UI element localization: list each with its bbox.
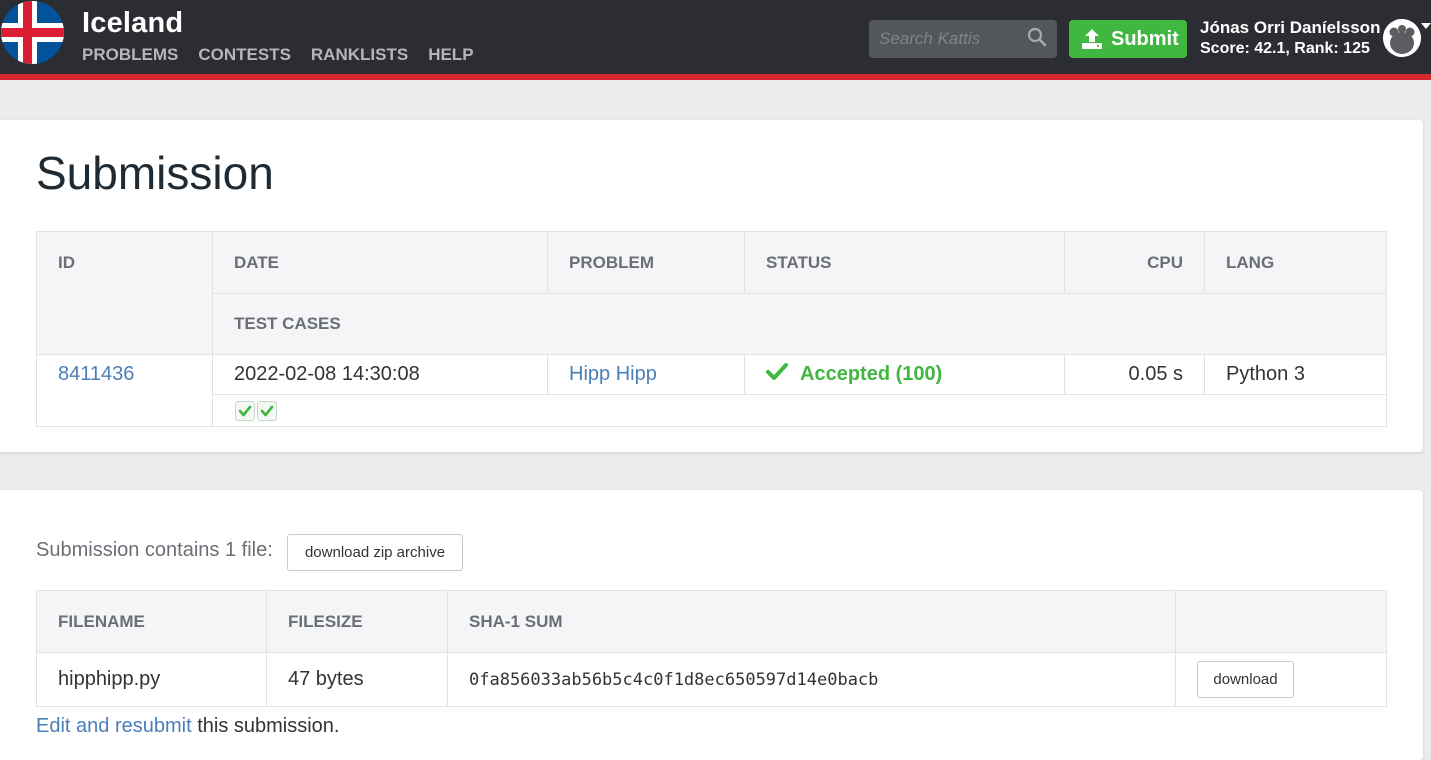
col-header-sha: SHA-1 SUM xyxy=(447,590,1176,653)
edit-resubmit-link[interactable]: Edit and resubmit xyxy=(36,715,192,737)
status-text: Accepted (100) xyxy=(800,363,943,385)
file-count-text: Submission contains 1 file: xyxy=(36,539,273,561)
col-header-lang: LANG xyxy=(1204,231,1387,294)
submission-id-cell: 8411436 xyxy=(36,354,213,427)
main-nav: PROBLEMS CONTESTS RANKLISTS HELP xyxy=(82,45,474,65)
col-header-status: STATUS xyxy=(744,231,1065,294)
col-header-test-cases: TEST CASES xyxy=(212,293,1387,355)
download-file-button[interactable]: download xyxy=(1197,661,1294,698)
search-icon[interactable] xyxy=(1027,27,1047,52)
download-zip-button[interactable]: download zip archive xyxy=(287,534,463,571)
user-name: Jónas Orri Daníelsson xyxy=(1200,18,1381,37)
submit-button-label: Submit xyxy=(1111,28,1179,50)
checkmark-icon xyxy=(766,362,788,387)
search-box xyxy=(869,20,1057,58)
user-info[interactable]: Jónas Orri Daníelsson Score: 42.1, Rank:… xyxy=(1200,18,1380,58)
resubmit-rest-text: this submission. xyxy=(191,715,340,737)
nav-problems[interactable]: PROBLEMS xyxy=(82,45,178,65)
table-row: hipphipp.py 47 bytes 0fa856033ab56b5c4c0… xyxy=(36,652,1387,707)
file-sha1: 0fa856033ab56b5c4c0f1d8ec650597d14e0bacb xyxy=(447,652,1176,707)
col-header-action xyxy=(1175,590,1387,653)
test-case-accepted-icon[interactable] xyxy=(235,400,255,421)
file-name: hipphipp.py xyxy=(36,652,267,707)
nav-help[interactable]: HELP xyxy=(428,45,473,65)
submission-date: 2022-02-08 14:30:08 xyxy=(212,354,548,395)
page-title: Submission xyxy=(36,147,274,199)
table-row: 8411436 2022-02-08 14:30:08 Hipp Hipp Ac… xyxy=(36,354,1387,427)
avatar[interactable] xyxy=(1383,19,1421,57)
site-brand[interactable]: Iceland xyxy=(82,7,183,40)
iceland-flag-icon[interactable] xyxy=(1,1,64,64)
col-header-id: ID xyxy=(36,231,213,355)
cpu-time: 0.05 s xyxy=(1064,354,1205,395)
user-score: Score: 42.1, Rank: 125 xyxy=(1200,40,1370,57)
nav-contests[interactable]: CONTESTS xyxy=(198,45,291,65)
search-input[interactable] xyxy=(869,20,1019,58)
upload-icon xyxy=(1081,28,1103,56)
test-cases-row xyxy=(37,394,1387,427)
navbar-accent-line xyxy=(0,74,1431,80)
resubmit-line: Edit and resubmit this submission. xyxy=(36,715,339,738)
col-header-problem: PROBLEM xyxy=(547,231,745,294)
language: Python 3 xyxy=(1204,354,1387,395)
test-cases-cell xyxy=(212,394,1387,427)
nav-ranklists[interactable]: RANKLISTS xyxy=(311,45,408,65)
files-table: FILENAME FILESIZE SHA-1 SUM hipphipp.py … xyxy=(36,590,1387,707)
submit-button[interactable]: Submit xyxy=(1069,20,1187,58)
col-header-filename: FILENAME xyxy=(36,590,267,653)
submission-id-link[interactable]: 8411436 xyxy=(58,363,134,385)
file-size: 47 bytes xyxy=(266,652,448,707)
col-header-filesize: FILESIZE xyxy=(266,590,448,653)
col-header-cpu: CPU xyxy=(1064,231,1205,294)
submission-table: ID DATE PROBLEM STATUS CPU LANG TEST CAS… xyxy=(36,231,1387,427)
test-case-accepted-icon[interactable] xyxy=(257,400,277,421)
problem-link[interactable]: Hipp Hipp xyxy=(569,363,657,385)
status-badge: Accepted (100) xyxy=(766,362,1064,387)
user-menu-caret-icon[interactable] xyxy=(1421,23,1431,29)
download-cell: download xyxy=(1175,652,1387,707)
status-cell: Accepted (100) xyxy=(744,354,1065,395)
problem-cell: Hipp Hipp xyxy=(547,354,745,395)
col-header-date: DATE xyxy=(212,231,548,294)
